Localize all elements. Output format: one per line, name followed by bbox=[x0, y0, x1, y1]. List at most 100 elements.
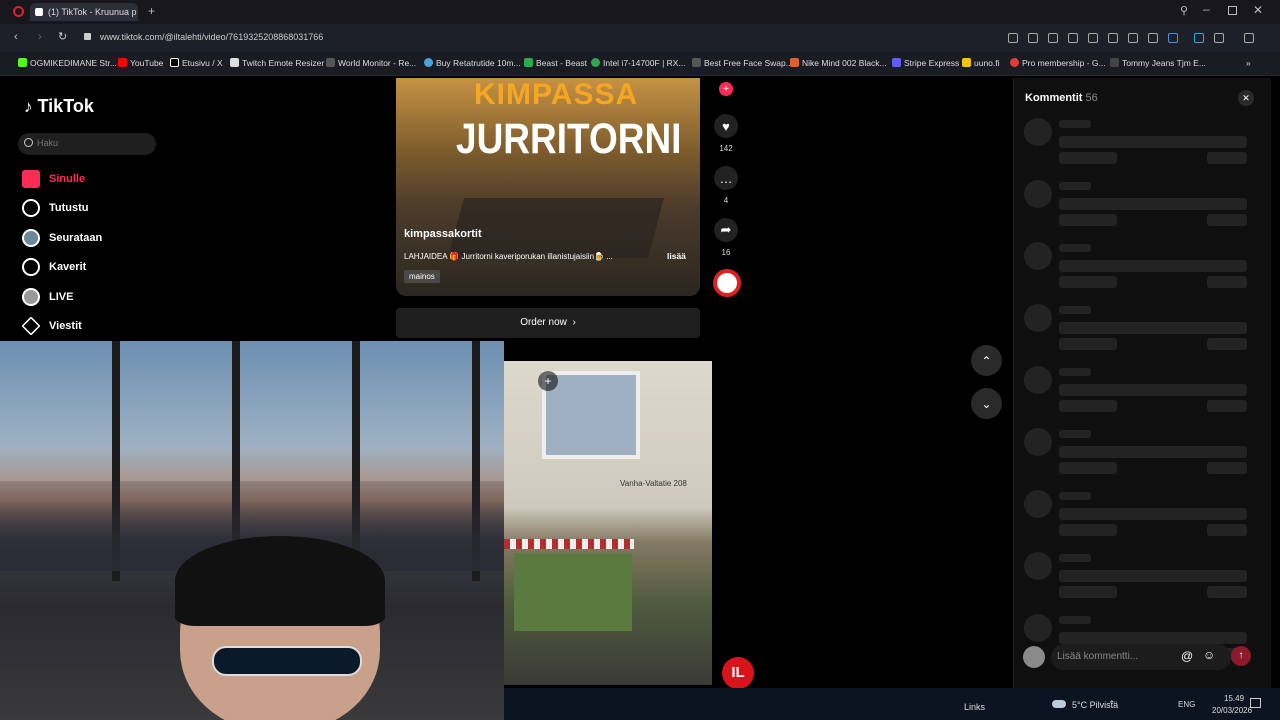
bookmark[interactable]: Stripe Express bbox=[892, 58, 959, 68]
clock-time[interactable]: 15.49 bbox=[1224, 694, 1244, 703]
opera-logo-icon[interactable] bbox=[13, 6, 24, 17]
user-avatar bbox=[1023, 646, 1045, 668]
taskbar: Links 5°C Pilvistä ⌃ ENG 15.49 20/03/202… bbox=[504, 688, 1280, 720]
mention-icon[interactable]: @ bbox=[1181, 649, 1193, 663]
beanie bbox=[175, 536, 385, 626]
reload-icon[interactable]: ↻ bbox=[58, 30, 67, 43]
home-icon bbox=[22, 170, 40, 189]
toolbar-icon-1[interactable] bbox=[1008, 33, 1018, 43]
creator-avatar[interactable]: + bbox=[713, 78, 739, 102]
comments-count: 56 bbox=[1085, 92, 1098, 104]
bookmark[interactable]: Beast - Beast bbox=[524, 58, 587, 68]
nav-item-kaverit[interactable]: Kaverit bbox=[22, 257, 86, 277]
order-now-button[interactable]: Order now › bbox=[396, 308, 700, 338]
bookmark[interactable]: Pro membership - G... bbox=[1010, 58, 1106, 68]
tiktok-note-icon: ♪ bbox=[24, 97, 33, 116]
toolbar-icon-5[interactable] bbox=[1088, 33, 1098, 43]
toolbar-icon-2[interactable] bbox=[1028, 33, 1038, 43]
comment-icon[interactable]: … bbox=[714, 166, 738, 190]
bookmark[interactable]: Tommy Jeans Tjm E... bbox=[1110, 58, 1206, 68]
bookmark[interactable]: World Monitor - Re... bbox=[326, 58, 416, 68]
bookmark[interactable]: Buy Retatrutide 10m... bbox=[424, 58, 521, 68]
maximize-icon[interactable] bbox=[1228, 6, 1237, 15]
send-comment-button[interactable]: ↑ bbox=[1231, 646, 1251, 666]
music-disc[interactable] bbox=[713, 269, 741, 303]
ai-icon[interactable] bbox=[1244, 33, 1254, 43]
extension-icon[interactable] bbox=[1168, 33, 1178, 43]
new-tab-icon[interactable]: + bbox=[148, 4, 155, 18]
bookmarks-bar: OGMIKEDIMANE Str... YouTube Etusivu / X … bbox=[0, 52, 1280, 76]
cloud-icon bbox=[1052, 700, 1066, 708]
browser-tab-bar: (1) TikTok - Kruunua p + ⚲ – ✕ bbox=[0, 0, 1280, 24]
search-tabs-icon[interactable]: ⚲ bbox=[1180, 4, 1188, 17]
bookmark[interactable]: Intel i7-14700F | RX... bbox=[591, 58, 686, 68]
share-icon[interactable]: ➦ bbox=[714, 218, 738, 242]
notifications-icon[interactable] bbox=[1250, 698, 1261, 708]
url-text[interactable]: www.tiktok.com/@iltalehti/video/76193252… bbox=[100, 32, 323, 42]
bookmark[interactable]: Nike Mind 002 Black... bbox=[790, 58, 887, 68]
bookmark[interactable]: YouTube bbox=[118, 58, 163, 68]
browser-tab[interactable]: (1) TikTok - Kruunua p bbox=[30, 3, 138, 21]
search-input[interactable]: Haku bbox=[18, 133, 156, 155]
follow-plus-icon[interactable]: + bbox=[719, 82, 733, 96]
tray-chevron-icon[interactable]: ⌃ bbox=[1108, 699, 1116, 710]
close-window-icon[interactable]: ✕ bbox=[1253, 3, 1263, 17]
comment-input[interactable]: Lisää kommentti... @ ☺ bbox=[1051, 644, 1231, 670]
emoji-icon[interactable]: ☺ bbox=[1203, 648, 1215, 662]
music-disc-icon[interactable] bbox=[713, 269, 741, 297]
menu-icon[interactable] bbox=[1148, 33, 1158, 43]
nav-item-seurataan[interactable]: Seurataan bbox=[22, 228, 102, 248]
chevron-up-icon: ⌃ bbox=[981, 353, 992, 368]
comment-action[interactable]: … 4 bbox=[713, 166, 739, 205]
comment-placeholder: Lisää kommentti... bbox=[1057, 651, 1139, 662]
bookmark[interactable]: OGMIKEDIMANE Str... bbox=[18, 58, 117, 68]
minimize-icon[interactable]: – bbox=[1203, 2, 1210, 16]
enhance-icon[interactable]: + bbox=[538, 371, 558, 391]
extension-icon-2[interactable] bbox=[1194, 33, 1204, 43]
lock-icon bbox=[84, 33, 91, 40]
nav-item-tutustu[interactable]: Tutustu bbox=[22, 198, 89, 218]
previous-video-button[interactable]: ⌃ bbox=[971, 345, 1002, 376]
caption-more-link[interactable]: lisää bbox=[667, 251, 686, 261]
heart-icon[interactable]: ♥ bbox=[714, 114, 738, 138]
extension-icon-3[interactable] bbox=[1214, 33, 1224, 43]
bookmark[interactable]: Best Free Face Swap... bbox=[692, 58, 793, 68]
messages-icon bbox=[21, 316, 41, 336]
taskbar-links[interactable]: Links bbox=[964, 702, 985, 712]
share-action[interactable]: ➦ 16 bbox=[713, 218, 739, 257]
nav-item-viestit[interactable]: Viestit bbox=[21, 316, 82, 336]
download-icon[interactable] bbox=[1128, 33, 1138, 43]
comments-title: Kommentit 56 bbox=[1025, 92, 1098, 104]
bookmark[interactable]: Twitch Emote Resizer bbox=[230, 58, 324, 68]
toolbar-icon-3[interactable] bbox=[1048, 33, 1058, 43]
search-placeholder: Haku bbox=[37, 138, 59, 148]
building-sign: Vanha-Valtatie 208 bbox=[620, 479, 687, 488]
close-comments-icon[interactable]: ✕ bbox=[1238, 90, 1254, 106]
tiktok-logo[interactable]: ♪ TikTok bbox=[24, 96, 94, 117]
video-author[interactable]: kimpassakortit bbox=[404, 228, 482, 240]
clock-date[interactable]: 20/03/2026 bbox=[1212, 706, 1252, 715]
sunglasses bbox=[212, 646, 362, 676]
video-overlay-title: JURRITORNI bbox=[456, 114, 682, 162]
video-player-2[interactable]: Vanha-Valtatie 208 + bbox=[504, 361, 712, 685]
next-video-button[interactable]: ⌄ bbox=[971, 388, 1002, 419]
language-indicator[interactable]: ENG bbox=[1178, 700, 1195, 709]
bookmark[interactable]: Etusivu / X bbox=[170, 58, 223, 68]
back-icon[interactable]: ‹ bbox=[14, 31, 18, 43]
friends-icon bbox=[22, 258, 40, 277]
bookmark[interactable]: uuno.fi bbox=[962, 58, 1000, 68]
iltalehti-logo[interactable]: IL bbox=[722, 657, 754, 689]
video-caption: LAHJAIDEA 🎁 Jurritorni kaveriporukan ill… bbox=[404, 252, 613, 261]
toolbar-icon-4[interactable] bbox=[1068, 33, 1078, 43]
like-action[interactable]: ♥ 142 bbox=[713, 114, 739, 153]
heart-toolbar-icon[interactable] bbox=[1108, 33, 1118, 43]
nav-item-live[interactable]: LIVE bbox=[22, 287, 73, 307]
video-overlay-top: KIMPASSA bbox=[474, 78, 639, 111]
bookmarks-overflow-icon[interactable]: » bbox=[1246, 58, 1251, 68]
forward-icon[interactable]: › bbox=[38, 31, 42, 43]
chevron-down-icon: ⌄ bbox=[981, 396, 992, 411]
comment-input-bar: Lisää kommentti... @ ☺ ↑ bbox=[1013, 640, 1271, 676]
video-player[interactable]: KIMPASSA JURRITORNI kimpassakortit LAHJA… bbox=[396, 78, 700, 296]
nav-item-sinulle[interactable]: Sinulle bbox=[22, 169, 85, 189]
ad-label: mainos bbox=[404, 270, 440, 283]
